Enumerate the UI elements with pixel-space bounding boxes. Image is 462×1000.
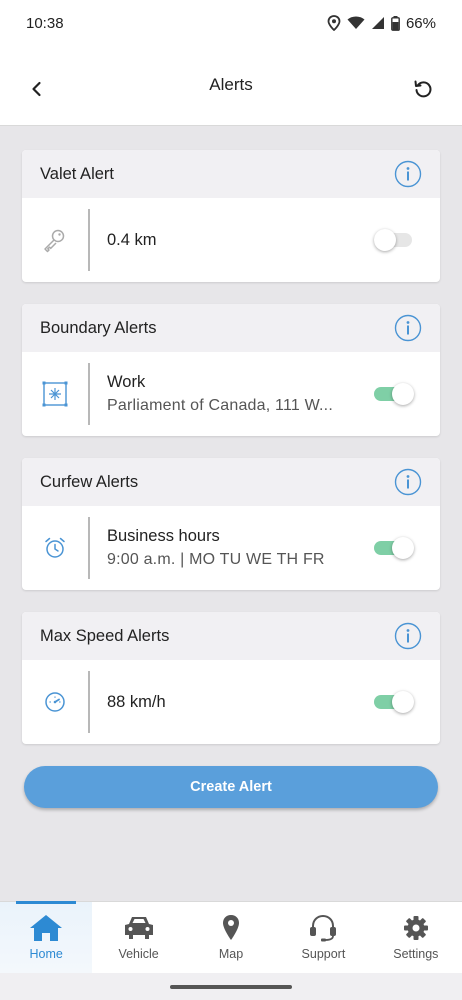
back-button[interactable] — [24, 76, 50, 102]
info-icon — [394, 468, 422, 496]
refresh-button[interactable] — [410, 76, 436, 102]
card-title: Boundary Alerts — [40, 318, 157, 337]
card-title: Valet Alert — [40, 164, 114, 183]
speedometer-icon — [22, 660, 88, 744]
alerts-list: Valet Alert 0.4 km Boundary Alerts Work … — [0, 126, 462, 901]
info-button[interactable] — [394, 314, 422, 342]
gesture-area — [0, 973, 462, 1000]
create-alert-button[interactable]: Create Alert — [24, 766, 438, 808]
valet-alert-toggle[interactable] — [374, 228, 414, 252]
alarm-clock-icon — [22, 506, 88, 590]
nav-label: Map — [218, 947, 244, 961]
boundary-alerts-card: Boundary Alerts Work Parliament of Canad… — [22, 304, 440, 436]
valet-alert-card: Valet Alert 0.4 km — [22, 150, 440, 282]
nav-item-settings[interactable]: Settings — [370, 902, 462, 973]
card-title: Curfew Alerts — [40, 472, 139, 491]
app-header: Alerts — [0, 46, 462, 126]
nav-label: Support — [301, 947, 346, 961]
gear-icon — [403, 916, 428, 940]
boundary-icon — [22, 352, 88, 436]
card-body[interactable]: 0.4 km — [22, 198, 440, 282]
info-button[interactable] — [394, 160, 422, 188]
chevron-left-icon — [32, 81, 41, 97]
nav-label: Home — [29, 947, 63, 961]
home-icon — [30, 915, 63, 941]
card-title: Max Speed Alerts — [40, 626, 170, 645]
card-body[interactable]: Business hours 9:00 a.m. | MO TU WE TH F… — [22, 506, 440, 590]
info-button[interactable] — [394, 468, 422, 496]
card-body[interactable]: Work Parliament of Canada, 111 W... — [22, 352, 440, 436]
max-speed-alerts-card: Max Speed Alerts 88 km/h — [22, 612, 440, 744]
nav-item-map[interactable]: Map — [185, 902, 277, 973]
max-speed-alert-toggle[interactable] — [374, 690, 414, 714]
location-icon — [327, 15, 341, 31]
gesture-handle[interactable] — [170, 985, 292, 989]
car-icon — [124, 917, 153, 939]
nav-item-home[interactable]: Home — [0, 901, 93, 973]
nav-item-vehicle[interactable]: Vehicle — [92, 902, 184, 973]
card-header: Curfew Alerts — [22, 458, 440, 506]
bottom-nav: Home Vehicle Map Support Settings — [0, 901, 462, 973]
battery-icon — [391, 15, 400, 31]
nav-label: Vehicle — [118, 947, 159, 961]
card-body[interactable]: 88 km/h — [22, 660, 440, 744]
map-pin-icon — [223, 915, 240, 940]
status-icons: 66% — [327, 15, 436, 32]
card-header: Boundary Alerts — [22, 304, 440, 352]
boundary-alert-toggle[interactable] — [374, 382, 414, 406]
status-time: 10:38 — [26, 14, 64, 32]
info-icon — [394, 314, 422, 342]
info-button[interactable] — [394, 622, 422, 650]
battery-level: 66% — [405, 14, 436, 32]
page-title: Alerts — [209, 75, 253, 94]
nav-label: Settings — [393, 947, 439, 961]
signal-icon — [371, 16, 385, 30]
info-icon — [394, 622, 422, 650]
info-icon — [394, 160, 422, 188]
wifi-icon — [347, 16, 365, 30]
nav-item-support[interactable]: Support — [277, 902, 369, 973]
refresh-icon — [414, 80, 432, 98]
curfew-alerts-card: Curfew Alerts Business hours 9:00 a.m. |… — [22, 458, 440, 590]
curfew-alert-toggle[interactable] — [374, 536, 414, 560]
status-bar: 10:38 66% — [0, 0, 462, 46]
card-header: Max Speed Alerts — [22, 612, 440, 660]
key-icon — [22, 198, 88, 282]
card-header: Valet Alert — [22, 150, 440, 198]
headset-icon — [310, 914, 337, 942]
